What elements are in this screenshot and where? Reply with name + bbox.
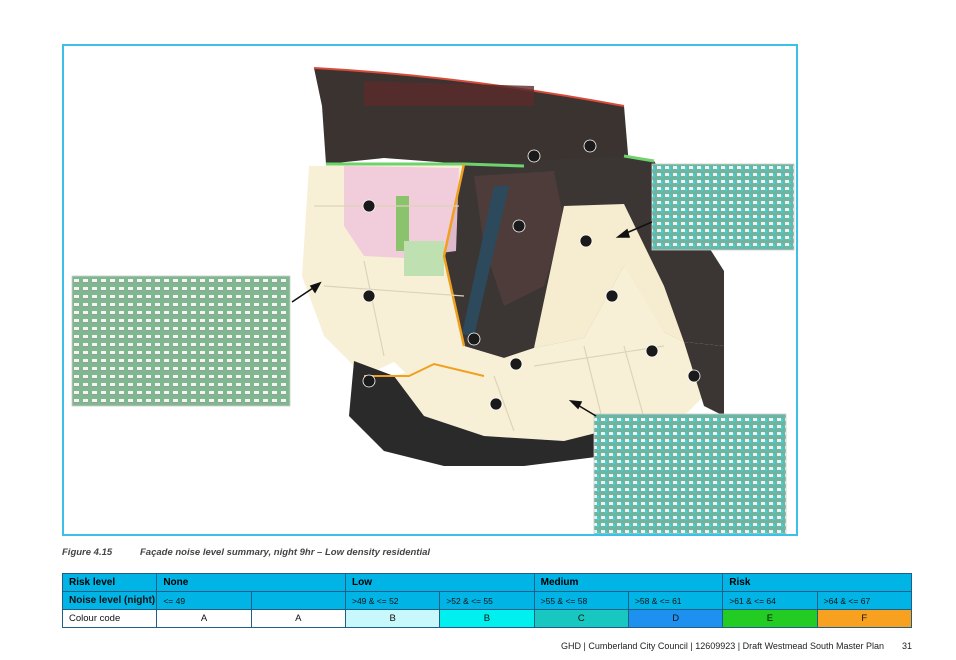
- risk-group-medium: Medium: [533, 573, 724, 592]
- noise-cell: >52 & <= 55: [439, 591, 535, 610]
- colour-code-cell: E: [722, 609, 818, 628]
- noise-cell: >55 & <= 58: [533, 591, 629, 610]
- footer-text: GHD | Cumberland City Council | 12609923…: [560, 641, 884, 651]
- colour-code-cell: B: [344, 609, 441, 628]
- page-footer: GHD | Cumberland City Council | 12609923…: [0, 641, 912, 651]
- noise-cell: [250, 591, 346, 610]
- inset-3d-northeast: [651, 163, 795, 251]
- noise-level-label: Noise level (night): [61, 591, 158, 610]
- noise-cell: >64 & <= 67: [816, 591, 913, 610]
- noise-cell: >61 & <= 64: [722, 591, 818, 610]
- risk-level-row: Risk level None Low Medium Risk: [61, 573, 912, 592]
- noise-level-row: Noise level (night) <= 49 >49 & <= 52 >5…: [61, 591, 913, 610]
- colour-code-label: Colour code: [61, 609, 158, 628]
- inset-3d-southeast: [593, 413, 787, 534]
- figure-caption: Figure 4.15 Façade noise level summary, n…: [62, 547, 430, 558]
- noise-legend-table: Risk level None Low Medium Risk Noise le…: [61, 573, 913, 628]
- colour-code-cell: D: [627, 609, 724, 628]
- risk-group-low: Low: [344, 573, 535, 592]
- risk-group-none: None: [156, 573, 346, 592]
- colour-code-cell: A: [156, 609, 252, 628]
- colour-code-cell: B: [439, 609, 535, 628]
- figure-map-frame: [62, 44, 798, 536]
- colour-code-row: Colour code A A B B C D E F: [61, 609, 913, 628]
- colour-code-cell: C: [533, 609, 629, 628]
- colour-code-cell: F: [816, 609, 913, 628]
- risk-group-risk: Risk: [722, 573, 912, 592]
- noise-cell: >58 & <= 61: [627, 591, 724, 610]
- noise-cell: <= 49: [156, 591, 252, 610]
- figure-title: Façade noise level summary, night 9hr – …: [140, 547, 431, 558]
- page-number: 31: [901, 641, 912, 651]
- inset-3d-west: [71, 275, 291, 407]
- risk-level-label: Risk level: [61, 573, 158, 592]
- figure-number: Figure 4.15: [62, 547, 113, 558]
- colour-code-cell: A: [250, 609, 346, 628]
- noise-cell: >49 & <= 52: [344, 591, 441, 610]
- noise-map: [71, 67, 795, 534]
